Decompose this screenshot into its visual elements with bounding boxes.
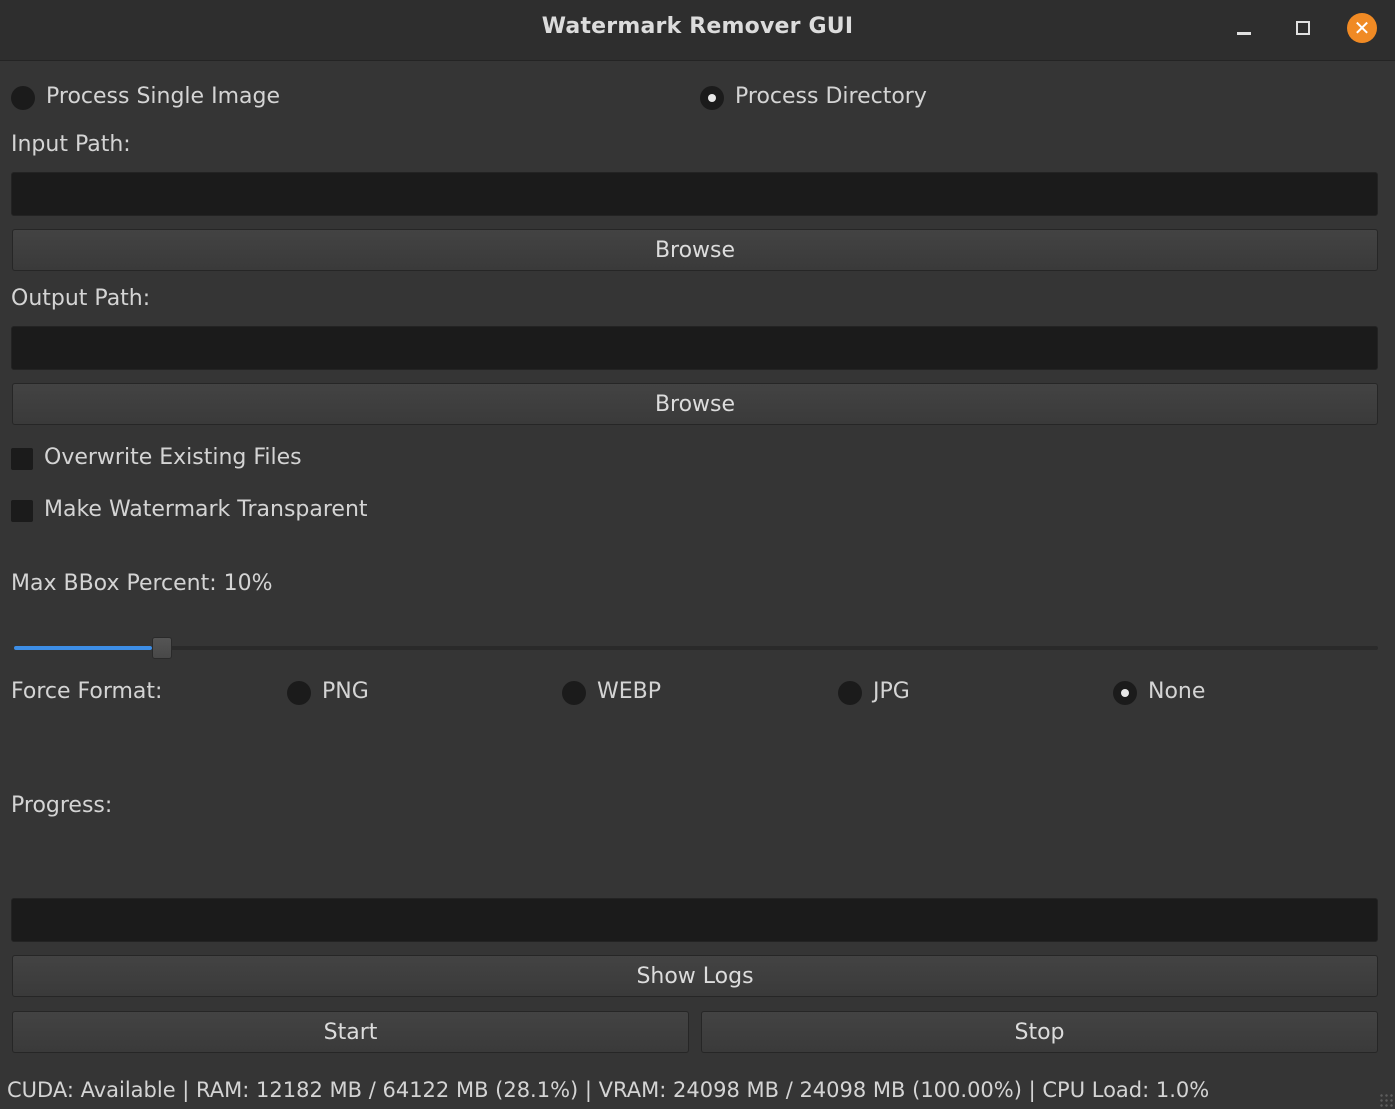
radio-format-jpg[interactable] <box>838 681 862 705</box>
window-title: Watermark Remover GUI <box>541 14 854 39</box>
radio-single-image[interactable] <box>11 86 35 110</box>
show-logs-button[interactable]: Show Logs <box>12 955 1378 997</box>
radio-format-jpg-label[interactable]: JPG <box>873 679 910 704</box>
output-path-field[interactable] <box>11 326 1378 370</box>
radio-format-webp-label[interactable]: WEBP <box>597 679 661 704</box>
force-format-label: Force Format: <box>11 679 163 704</box>
radio-process-directory-label[interactable]: Process Directory <box>735 84 927 109</box>
start-button[interactable]: Start <box>12 1011 689 1053</box>
progress-label: Progress: <box>11 793 113 818</box>
bbox-percent-label: Max BBox Percent: 10% <box>11 571 273 596</box>
radio-single-image-label[interactable]: Process Single Image <box>46 84 280 109</box>
close-button[interactable]: ✕ <box>1346 12 1378 44</box>
radio-format-png[interactable] <box>287 681 311 705</box>
radio-format-none[interactable] <box>1113 681 1137 705</box>
overwrite-checkbox[interactable] <box>11 448 33 470</box>
progress-bar <box>11 898 1378 942</box>
minimize-button[interactable] <box>1228 12 1260 44</box>
input-browse-button[interactable]: Browse <box>12 229 1378 271</box>
radio-process-directory[interactable] <box>700 86 724 110</box>
close-icon: ✕ <box>1347 13 1377 43</box>
bbox-slider-fill <box>14 646 153 650</box>
output-path-label: Output Path: <box>11 286 151 311</box>
radio-format-png-label[interactable]: PNG <box>322 679 369 704</box>
input-path-label: Input Path: <box>11 132 131 157</box>
maximize-button[interactable] <box>1287 12 1319 44</box>
title-bar[interactable]: Watermark Remover GUI ✕ <box>0 0 1395 61</box>
main-window: Watermark Remover GUI ✕ Process Single I… <box>0 0 1395 1109</box>
maximize-icon <box>1296 21 1310 35</box>
bbox-slider-handle[interactable] <box>152 637 173 659</box>
output-browse-button[interactable]: Browse <box>12 383 1378 425</box>
radio-format-none-label[interactable]: None <box>1148 679 1205 704</box>
transparent-label[interactable]: Make Watermark Transparent <box>44 497 368 522</box>
radio-format-webp[interactable] <box>562 681 586 705</box>
system-status-text: CUDA: Available | RAM: 12182 MB / 64122 … <box>7 1078 1210 1102</box>
stop-button[interactable]: Stop <box>701 1011 1378 1053</box>
bbox-slider[interactable] <box>14 637 1378 659</box>
resize-grip-icon[interactable] <box>1379 1093 1393 1107</box>
minimize-icon <box>1237 31 1251 35</box>
input-path-field[interactable] <box>11 172 1378 216</box>
transparent-checkbox[interactable] <box>11 500 33 522</box>
overwrite-label[interactable]: Overwrite Existing Files <box>44 445 302 470</box>
